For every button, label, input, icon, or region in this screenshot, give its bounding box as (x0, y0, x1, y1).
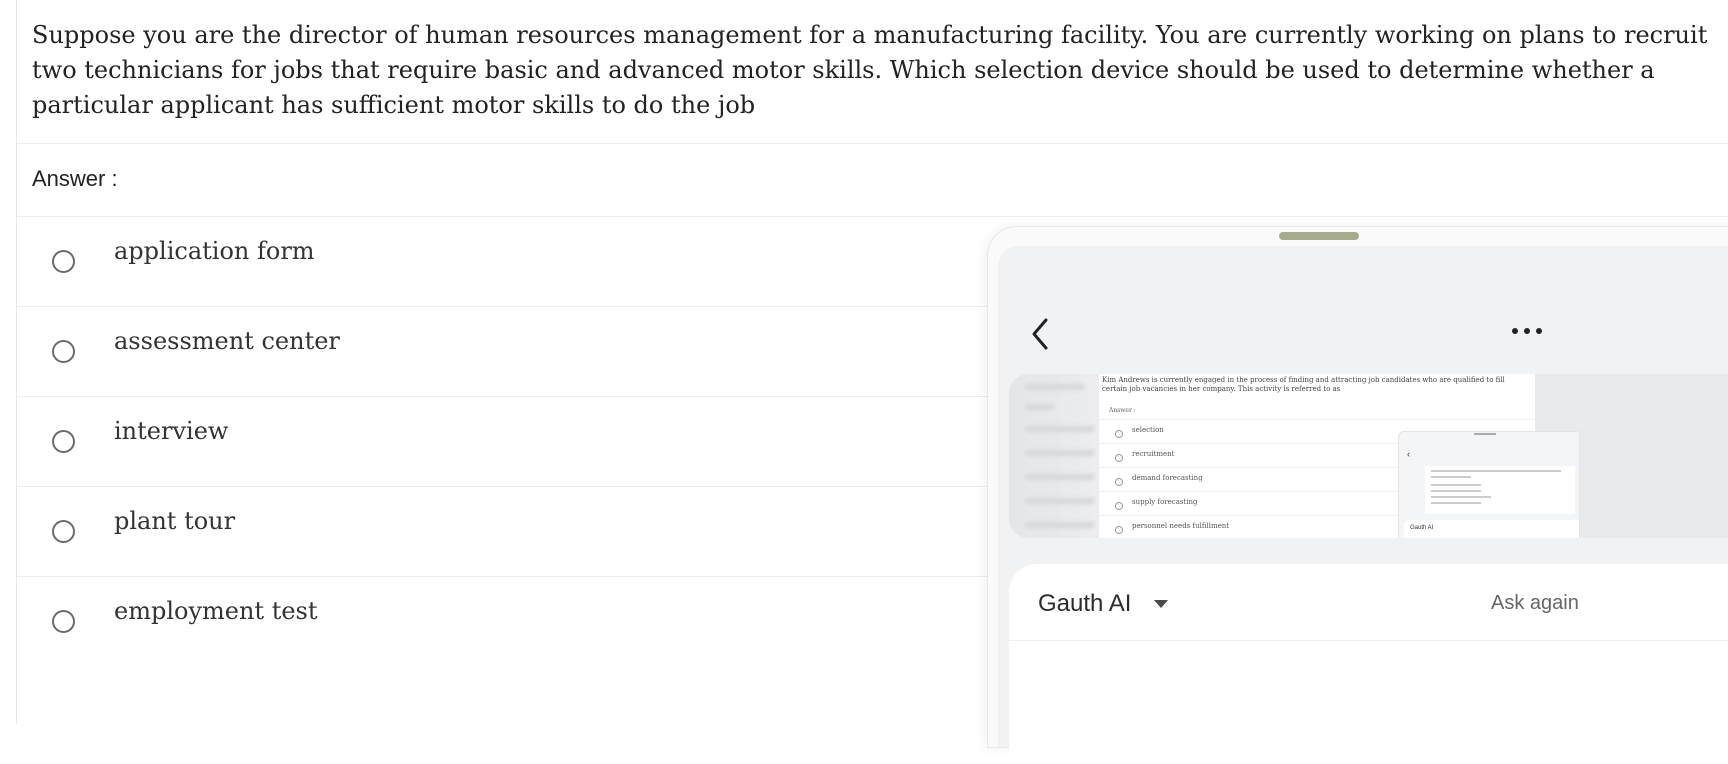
question-text: Suppose you are the director of human re… (32, 21, 1708, 119)
more-horizontal-icon[interactable] (1506, 318, 1546, 342)
mini-document (1425, 466, 1575, 514)
mini-chevron-left-icon: ‹ (1407, 449, 1410, 459)
option-label: employment test (114, 597, 318, 625)
thumbnail-question: Kim Andrews is currently engaged in the … (1102, 376, 1505, 393)
option-label: assessment center (114, 327, 340, 355)
radio-icon[interactable] (52, 430, 75, 453)
radio-icon[interactable] (52, 610, 75, 633)
chevron-left-icon[interactable] (1026, 316, 1054, 352)
option-label: application form (114, 237, 315, 265)
radio-icon[interactable] (52, 520, 75, 543)
ai-model-selector[interactable]: Gauth AI (1038, 590, 1131, 618)
thumbnail-mini-panel: ‹ Gauth AI (1398, 431, 1580, 538)
ask-again-button[interactable]: Ask again (1491, 592, 1579, 615)
option-label: interview (114, 417, 229, 445)
panel-content: Kim Andrews is currently engaged in the … (998, 246, 1728, 764)
drag-handle[interactable] (1279, 232, 1359, 240)
caret-down-icon[interactable] (1154, 600, 1168, 608)
blurred-background (1009, 374, 1109, 538)
radio-icon[interactable] (52, 250, 75, 273)
option-label: plant tour (114, 507, 236, 535)
mini-ai-card: Gauth AI (1404, 520, 1579, 538)
thumbnail-answer-label: Answer : (1109, 407, 1136, 414)
answer-label: Answer : (32, 166, 118, 191)
radio-icon[interactable] (52, 340, 75, 363)
gauth-ai-card: Gauth AI Ask again (1009, 564, 1728, 764)
divider (17, 143, 1728, 144)
question-thumbnail[interactable]: Kim Andrews is currently engaged in the … (1009, 374, 1728, 538)
divider (1009, 640, 1728, 641)
gauth-overlay-panel: Kim Andrews is currently engaged in the … (987, 226, 1728, 764)
